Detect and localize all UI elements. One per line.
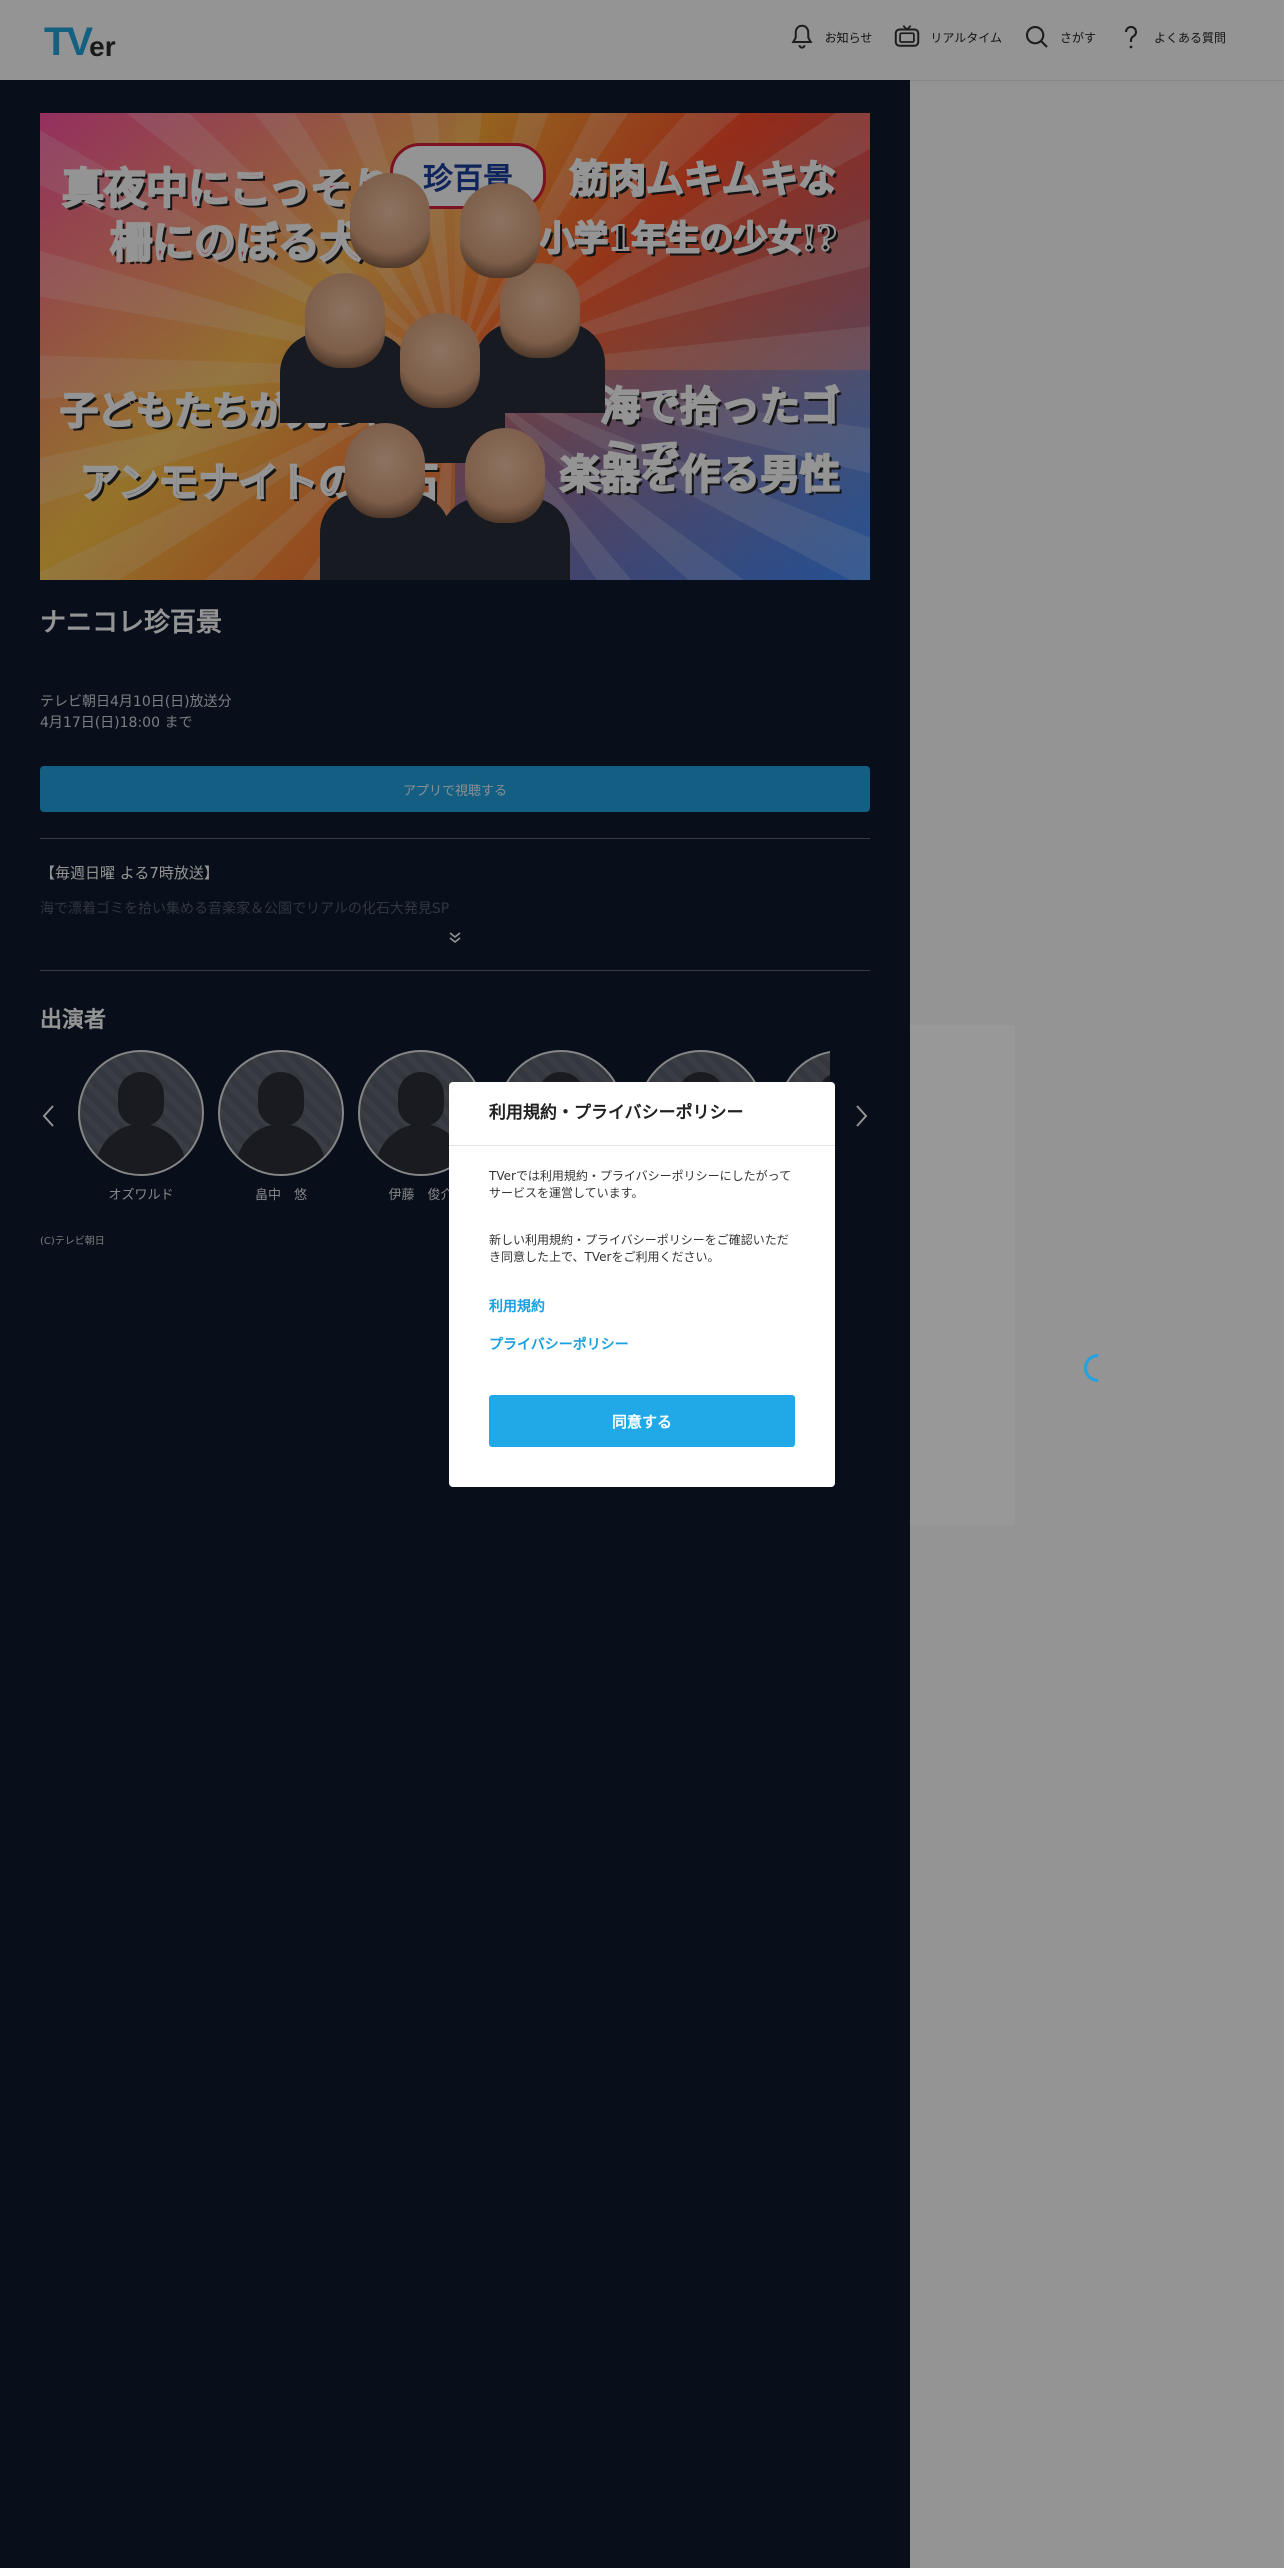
modal-title: 利用規約・プライバシーポリシー [489,1103,744,1123]
modal-text: TVerでは利用規約・プライバシーポリシーにしたがってサービスを運営しています。 [489,1169,792,1200]
right-panel [910,1025,1015,1525]
modal-text: 新しい利用規約・プライバシーポリシーをご確認いただき同意した上で、TVerをご利… [489,1233,789,1264]
terms-modal: 利用規約・プライバシーポリシー TVerでは利用規約・プライバシーポリシーにした… [449,1082,835,1487]
terms-link[interactable]: 利用規約 [489,1296,545,1316]
privacy-policy-link[interactable]: プライバシーポリシー [489,1334,629,1354]
agree-button[interactable]: 同意する [489,1395,795,1447]
modal-divider [449,1145,835,1146]
